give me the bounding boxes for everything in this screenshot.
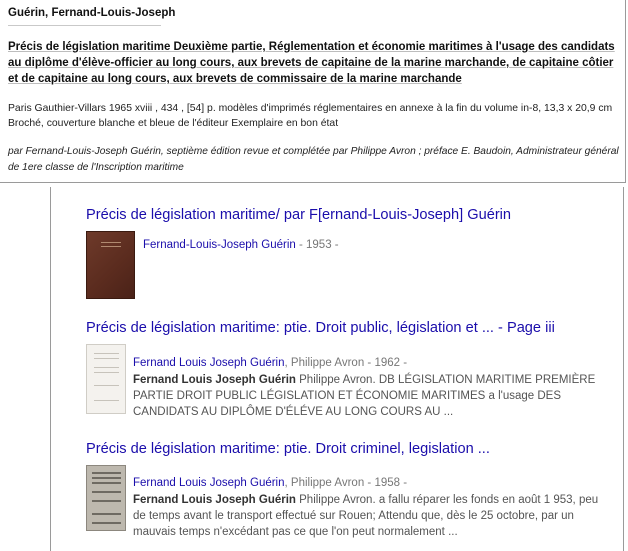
result-title-1[interactable]: Précis de législation maritime/ par F[er… xyxy=(86,207,511,223)
cover-text-line xyxy=(92,522,121,524)
record-title-text: Précis de législation maritime Deuxième … xyxy=(8,41,615,85)
cover-text-line xyxy=(92,477,121,479)
cover-line xyxy=(101,242,121,243)
result-meta-1: Fernand-Louis-Joseph Guérin - 1953 - xyxy=(143,239,339,251)
cover-text-line xyxy=(94,372,119,373)
record-note: par Fernand-Louis-Joseph Guérin, septièm… xyxy=(8,146,619,173)
result-author-1[interactable]: Fernand-Louis-Joseph Guérin xyxy=(143,239,296,251)
cover-text-line xyxy=(94,353,119,354)
book-cover-thumbnail-1[interactable] xyxy=(86,231,135,299)
result-date-2: , Philippe Avron - 1962 - xyxy=(284,357,408,369)
author-underline xyxy=(8,25,161,26)
cover-text-line xyxy=(92,513,121,515)
cover-text-line xyxy=(92,472,121,474)
cover-text-line xyxy=(94,358,119,359)
snippet-author-3: Fernand Louis Joseph Guérin xyxy=(133,494,296,506)
record-title: Précis de législation maritime Deuxième … xyxy=(8,39,622,87)
book-cover-thumbnail-2[interactable] xyxy=(86,344,126,414)
catalogue-record: Guérin, Fernand-Louis-Joseph Précis de l… xyxy=(0,0,626,183)
result-title-3[interactable]: Précis de législation maritime: ptie. Dr… xyxy=(86,441,490,457)
result-snippet-3: Fernand Louis Joseph Guérin Philippe Avr… xyxy=(133,492,603,540)
search-results: Précis de législation maritime/ par F[er… xyxy=(50,187,624,551)
cover-text-line xyxy=(92,491,121,493)
cover-line xyxy=(101,246,121,247)
result-meta-3: Fernand Louis Joseph Guérin, Philippe Av… xyxy=(133,477,407,489)
record-author: Guérin, Fernand-Louis-Joseph xyxy=(8,7,176,19)
book-cover-thumbnail-3[interactable] xyxy=(86,465,126,531)
cover-text-line xyxy=(94,367,119,368)
result-date-1: - 1953 - xyxy=(295,239,339,251)
snippet-author-2: Fernand Louis Joseph Guérin xyxy=(133,374,296,386)
record-description: Paris Gauthier-Villars 1965 xviii , 434 … xyxy=(8,103,613,129)
cover-text-line xyxy=(92,500,121,502)
cover-text-line xyxy=(94,385,119,386)
result-author-2[interactable]: Fernand Louis Joseph Guérin xyxy=(133,357,285,369)
result-title-2[interactable]: Précis de législation maritime: ptie. Dr… xyxy=(86,320,555,336)
result-date-3: , Philippe Avron - 1958 - xyxy=(284,477,408,489)
result-meta-2: Fernand Louis Joseph Guérin, Philippe Av… xyxy=(133,357,407,369)
cover-text-line xyxy=(94,400,119,401)
result-author-3[interactable]: Fernand Louis Joseph Guérin xyxy=(133,477,285,489)
cover-text-line xyxy=(92,482,121,484)
result-snippet-2: Fernand Louis Joseph Guérin Philippe Avr… xyxy=(133,372,603,420)
